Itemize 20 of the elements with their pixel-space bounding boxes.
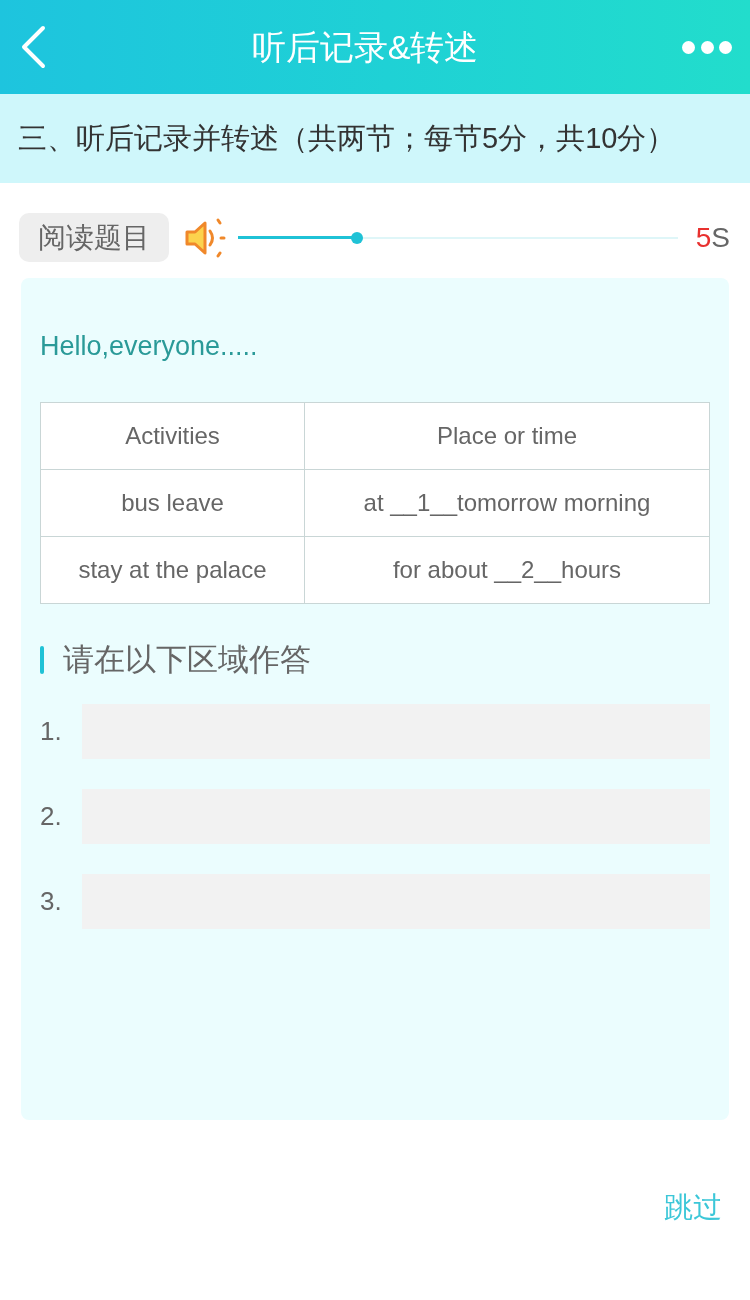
- table-header-cell: Place or time: [304, 402, 710, 470]
- progress-thumb[interactable]: [350, 231, 363, 244]
- table-cell: at __1__tomorrow morning: [304, 469, 710, 537]
- answer-number: 1.: [40, 715, 63, 748]
- speaker-icon[interactable]: [184, 216, 226, 259]
- table-cell: stay at the palace: [40, 536, 305, 604]
- answer-area-heading: 请在以下区域作答: [63, 640, 311, 679]
- audio-progress-track[interactable]: [238, 231, 678, 244]
- page-title: 听后记录&转述: [251, 26, 479, 68]
- answer-number: 3.: [40, 885, 63, 918]
- table-header-cell: Activities: [40, 402, 305, 470]
- table-cell: for about __2__hours: [304, 536, 710, 604]
- heading-accent-bar: [40, 646, 44, 674]
- table-cell: bus leave: [40, 469, 305, 537]
- answer-number: 2.: [40, 800, 63, 833]
- read-question-button[interactable]: 阅读题目: [19, 213, 169, 262]
- more-icon[interactable]: [682, 40, 732, 54]
- section-heading: 三、听后记录并转述（共两节；每节5分，共10分）: [18, 120, 676, 156]
- countdown-text: 5S: [695, 220, 730, 255]
- passage-text: Hello,everyone.....: [40, 330, 259, 363]
